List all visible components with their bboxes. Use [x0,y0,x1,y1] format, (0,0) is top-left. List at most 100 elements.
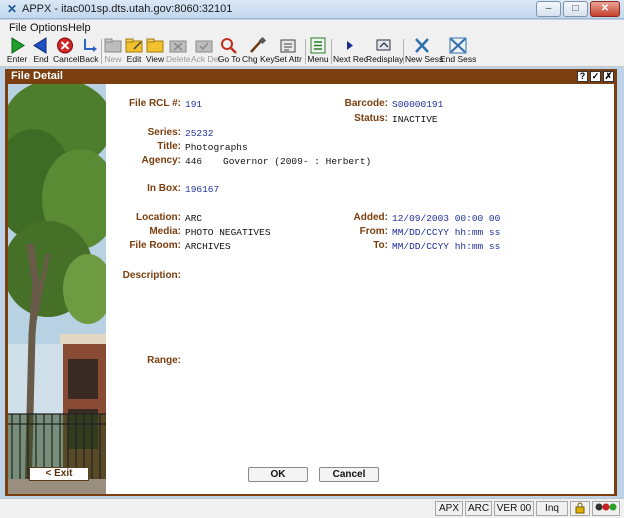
added-label: Added: [353,212,388,223]
in-box-value[interactable]: 196167 [185,184,219,195]
to-field[interactable]: MM/DD/CCYY hh:mm ss [392,241,500,252]
location-value: ARC [185,213,203,224]
back-button[interactable]: Back [78,37,100,66]
menu-options[interactable]: Options [30,22,68,34]
series-value[interactable]: 25232 [185,128,214,139]
menu-help[interactable]: Help [68,22,91,34]
next-rec-label: Next Rec [333,54,368,64]
redisplay-button[interactable]: Redisplay [366,37,404,66]
cancel-button[interactable]: Cancel [53,37,80,66]
new-sess-button[interactable]: New Sess [405,37,444,66]
new-sess-label: New Sess [405,54,444,64]
menu-file[interactable]: File [9,22,27,34]
brush-icon [250,37,267,53]
to-label: To: [373,240,388,251]
delete-folder-icon [169,40,187,53]
attributes-icon [280,39,296,53]
file-detail-frame: File Detail ? ✓ ✗ < Exit File RCL #: 191… [5,69,617,496]
status-lights-icon [592,501,620,516]
exit-button[interactable]: < Exit [29,467,89,481]
form-title: File Detail [11,70,63,82]
maximize-button[interactable]: □ [563,1,588,17]
enter-button[interactable]: Enter [5,37,29,66]
view-label: View [145,54,165,64]
chg-key-label: Chg Key [242,54,275,64]
description-label: Description: [122,270,181,281]
new-button[interactable]: New [103,37,123,66]
next-rec-button[interactable]: Next Rec [333,37,368,66]
enter-label: Enter [6,54,28,64]
set-attr-label: Set Attr [274,54,302,64]
from-label: From: [359,226,388,237]
cancel-x-icon [57,37,73,54]
chg-key-button[interactable]: Chg Key [242,37,275,66]
decorative-photo: < Exit [8,84,106,494]
set-attr-button[interactable]: Set Attr [273,37,303,66]
file-room-label: File Room: [129,240,181,251]
range-label: Range: [147,355,181,366]
new-folder-icon [104,38,122,53]
barcode-value[interactable]: S00000191 [392,99,443,110]
status-mode: Inq [536,501,568,516]
end-label: End [33,54,49,64]
agency-code: 446 [185,156,203,167]
menu-label: Menu [307,54,329,64]
minimize-button[interactable]: – [536,1,561,17]
end-button[interactable]: End [30,37,52,66]
close-button[interactable]: ✕ [590,1,620,17]
form-content: < Exit File RCL #: 191 Barcode: S0000019… [8,84,614,494]
ack-del-button[interactable]: Ack Del [191,37,221,66]
status-value: INACTIVE [392,114,438,125]
file-rcl-label: File RCL #: [128,98,181,109]
agency-label: Agency: [141,155,181,166]
return-arrow-icon [84,39,97,52]
redisplay-icon [376,39,391,51]
file-room-value: ARCHIVES [185,241,231,252]
title-value: Photographs [185,142,248,153]
new-label: New [104,54,122,64]
status-label: Status: [354,113,388,124]
redisplay-label: Redisplay [366,54,404,64]
ok-check-button[interactable]: ✓ [590,71,601,82]
window-title: APPX - itac001sp.dts.utah.gov:8060:32101 [22,3,233,15]
location-label: Location: [136,212,181,223]
toolbar-separator [331,39,332,64]
edit-label: Edit [126,54,142,64]
view-folder-icon [146,38,164,53]
go-to-button[interactable]: Go To [217,37,241,66]
status-version: VER 00 [494,501,534,516]
back-arrow-icon [33,37,47,54]
help-button[interactable]: ? [577,71,588,82]
edit-folder-icon [125,38,143,53]
ack-del-label: Ack Del [191,54,221,64]
go-to-label: Go To [217,54,241,64]
end-sess-button[interactable]: End Sess [440,37,476,66]
menu-bar: File Options Help [0,20,624,36]
toolbar-separator [305,39,306,64]
play-arrow-icon [11,37,25,54]
cancel-label: Cancel [53,54,80,64]
edit-button[interactable]: Edit [124,37,144,66]
status-app: APX [435,501,463,516]
cancel-x-button[interactable]: ✗ [603,71,614,82]
media-value: PHOTO NEGATIVES [185,227,271,238]
ok-button[interactable]: OK [248,467,308,482]
toolbar: Enter End Cancel Back New Edit View Dele… [0,36,624,67]
barcode-label: Barcode: [344,98,388,109]
in-box-label: In Box: [147,183,181,194]
status-database: ARC [465,501,492,516]
added-value[interactable]: 12/09/2003 00:00 00 [392,213,500,224]
from-field[interactable]: MM/DD/CCYY hh:mm ss [392,227,500,238]
file-rcl-value[interactable]: 191 [185,99,202,110]
media-label: Media: [149,226,181,237]
menu-button[interactable]: Menu [307,37,329,66]
cancel-form-button[interactable]: Cancel [319,467,379,482]
title-label: Title: [157,141,181,152]
new-session-icon [415,38,429,53]
series-label: Series: [147,127,181,138]
view-button[interactable]: View [145,37,165,66]
next-arrow-icon [347,41,353,50]
delete-button[interactable]: Delete [166,37,191,66]
agency-name: Governor (2009- : Herbert) [223,156,372,167]
lock-icon [570,501,590,516]
